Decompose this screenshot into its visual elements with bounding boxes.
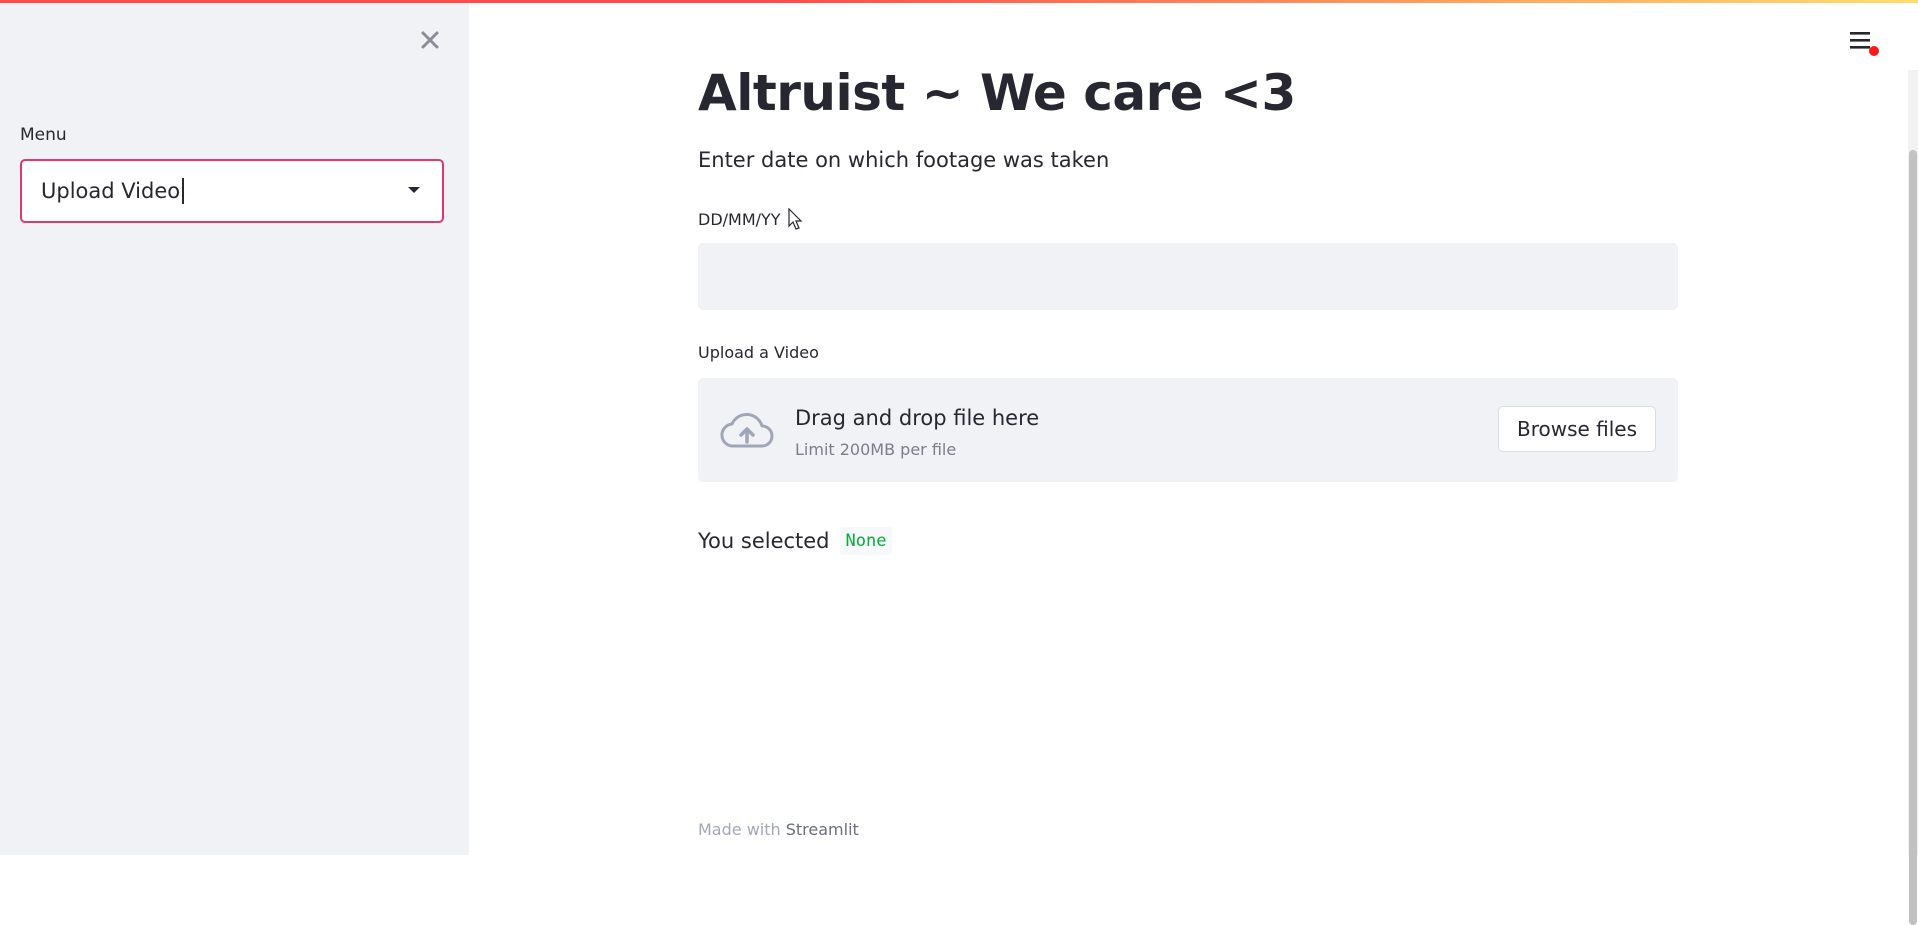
status-dot (1869, 46, 1879, 56)
menu-label: Menu (20, 125, 67, 145)
sidebar: Menu Upload Video (0, 3, 469, 855)
mouse-cursor-icon (788, 208, 803, 230)
close-sidebar-button[interactable] (415, 25, 445, 55)
subtitle: Enter date on which footage was taken (698, 148, 1110, 172)
streamlit-link[interactable]: Streamlit (786, 820, 859, 839)
dropzone-title: Drag and drop file here (795, 406, 1040, 430)
scrollbar-track[interactable] (1908, 70, 1918, 925)
menu-select[interactable]: Upload Video (20, 159, 444, 223)
chevron-down-icon[interactable] (408, 187, 420, 193)
main-menu-button[interactable] (1848, 28, 1884, 60)
cloud-upload-icon (720, 413, 774, 448)
dropzone-limit: Limit 200MB per file (795, 440, 957, 459)
text-caret (182, 178, 185, 204)
close-icon (421, 31, 439, 49)
page-title: Altruist ~ We care <3 (698, 64, 1296, 122)
selection-output: You selected None (698, 527, 893, 555)
file-dropzone[interactable]: Drag and drop file here Limit 200MB per … (698, 378, 1678, 482)
footer: Made with Streamlit (698, 820, 859, 839)
selection-label: You selected (698, 529, 830, 553)
upload-label: Upload a Video (698, 343, 819, 362)
browse-files-button[interactable]: Browse files (1498, 406, 1656, 452)
date-input[interactable] (698, 243, 1678, 310)
date-field-label: DD/MM/YY (698, 210, 781, 229)
menu-select-value: Upload Video (41, 179, 181, 203)
scrollbar-thumb[interactable] (1909, 150, 1917, 925)
footer-prefix: Made with (698, 820, 781, 839)
selection-value: None (839, 527, 893, 555)
